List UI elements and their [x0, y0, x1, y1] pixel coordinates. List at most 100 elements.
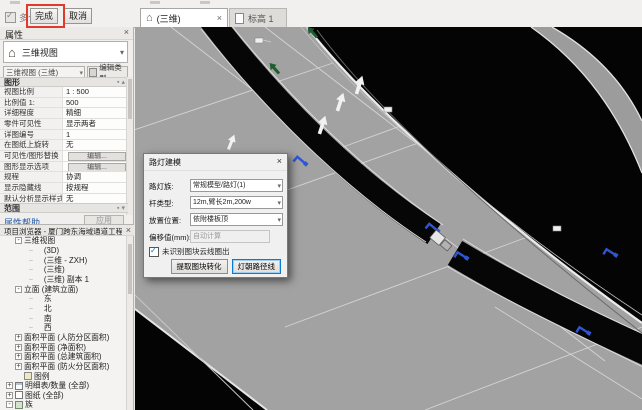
expander-icon[interactable]: +	[15, 363, 22, 370]
close-icon[interactable]: ×	[277, 156, 282, 166]
expander-icon[interactable]	[35, 324, 42, 331]
checkbox-icon	[149, 247, 159, 257]
expander-icon[interactable]	[15, 373, 22, 380]
property-value[interactable]: 500	[63, 98, 128, 108]
expander-icon[interactable]: +	[6, 382, 13, 389]
dialog-fields: 路灯族: 常规模型/路灯(1) ▾ 杆类型: 12m,臂长2m,200w ▾	[144, 178, 287, 246]
property-value[interactable]: 协调	[63, 172, 128, 182]
section-scope[interactable]: 范围 ▪ ▾	[0, 203, 128, 213]
expander-icon[interactable]: -	[15, 237, 22, 244]
section-title: 图形	[4, 78, 20, 87]
view-3d-icon: ⌂	[8, 45, 16, 60]
property-row[interactable]: 可见性/图形替换 编辑...	[0, 151, 128, 162]
expander-icon[interactable]: -	[6, 401, 13, 408]
expander-icon[interactable]: +	[15, 334, 22, 341]
expander-icon[interactable]: +	[6, 392, 13, 399]
project-browser-header: 项目浏览器 - 厦门跨东海域通道工程 (链接... ×	[0, 224, 134, 236]
property-row[interactable]: 比例值 1: 500	[0, 98, 128, 109]
property-value[interactable]: 1	[63, 130, 128, 140]
expander-icon[interactable]	[35, 276, 42, 283]
cancel-button[interactable]: 取消	[64, 8, 92, 24]
section-title: 范围	[4, 204, 20, 213]
field-control[interactable]: 自动计算 ▾	[190, 230, 270, 243]
field-label: 路灯族:	[149, 181, 174, 192]
property-row[interactable]: 规程 协调	[0, 172, 128, 183]
property-row[interactable]: 详细程度 精细	[0, 108, 128, 119]
property-row[interactable]: 显示隐藏线 按规程	[0, 183, 128, 194]
expander-icon[interactable]	[35, 305, 42, 312]
section-graphics[interactable]: 图形 ▪ ▴	[0, 77, 128, 87]
property-value[interactable]: 精细	[63, 108, 128, 118]
property-value[interactable]: 按规程	[63, 183, 128, 193]
close-icon[interactable]: ×	[124, 27, 129, 37]
tree-item-icon	[15, 391, 23, 399]
field-control[interactable]: 常规模型/路灯(1) ▾	[190, 179, 283, 192]
chevron-down-icon: ▾	[277, 181, 281, 192]
browser-scrollbar[interactable]	[126, 236, 133, 410]
drawing-area[interactable]: 路灯建模 × 路灯族: 常规模型/路灯(1) ▾ 杆类型:	[135, 27, 642, 410]
tree-item[interactable]: - 三维视图	[0, 236, 128, 246]
finish-button[interactable]: 完成	[30, 8, 58, 24]
tree-item[interactable]: + 图纸 (全部)	[0, 391, 128, 401]
expander-icon[interactable]	[35, 295, 42, 302]
close-tab-icon[interactable]: ×	[217, 13, 222, 23]
property-value[interactable]: 编辑...	[63, 151, 128, 161]
instance-combo-value: 三维视图 (三维)	[6, 68, 58, 77]
expander-icon[interactable]	[35, 247, 42, 254]
tree-item[interactable]: + 面积平面 (防火分区面积)	[0, 362, 128, 372]
type-selector[interactable]: ⌂ 三维视图 ▾	[3, 41, 128, 63]
tree-item-icon	[15, 382, 23, 390]
revit-window: 多个 完成 取消 ⌂ (三维) × 标高 1 属性 × ⌂ 三维视图 ▾ 三维视…	[0, 0, 642, 410]
property-label: 零件可见性	[0, 119, 63, 129]
properties-grid: 视图比例 1 : 500 比例值 1: 500 详细程度	[0, 87, 128, 203]
field-control[interactable]: 依附楼板顶 ▾	[190, 213, 283, 226]
property-label: 规程	[0, 172, 63, 182]
tree-item[interactable]: 东	[0, 294, 128, 304]
tree-item[interactable]: - 族	[0, 400, 128, 410]
chevron-down-icon: ▾	[277, 215, 281, 226]
type-selector-label: 三维视图	[22, 46, 58, 59]
chevron-down-icon: ▾	[120, 48, 124, 57]
property-row[interactable]: 详图编号 1	[0, 130, 128, 141]
property-label: 视图比例	[0, 87, 63, 97]
tree-item-label: 三维视图	[24, 236, 55, 246]
expander-icon[interactable]: -	[15, 286, 22, 293]
pin-collapse-icons[interactable]: ▪ ▾	[117, 204, 125, 214]
plan-view-icon	[235, 13, 244, 24]
dialog-titlebar[interactable]: 路灯建模 ×	[144, 154, 287, 171]
property-value[interactable]: 编辑...	[63, 162, 128, 172]
field-label: 放置位置:	[149, 215, 181, 226]
tree-item[interactable]: + 明细表/数量 (全部)	[0, 381, 128, 391]
field-control[interactable]: 12m,臂长2m,200w ▾	[190, 196, 283, 209]
tree-item[interactable]: 北	[0, 304, 128, 314]
tab-3d-view[interactable]: ⌂ (三维) ×	[140, 8, 228, 27]
property-row[interactable]: 零件可见性 显示两者	[0, 119, 128, 130]
cloud-mark-checkbox[interactable]: 未识别图块云线圈出	[149, 246, 230, 257]
tab-level-1[interactable]: 标高 1	[229, 8, 287, 27]
dialog-field: 杆类型: 12m,臂长2m,200w ▾	[144, 195, 287, 212]
property-value[interactable]: 无	[63, 194, 128, 203]
expander-icon[interactable]	[35, 315, 42, 322]
field-label: 杆类型:	[149, 198, 174, 209]
tab-label: 标高 1	[248, 12, 274, 25]
expander-icon[interactable]: +	[15, 353, 22, 360]
dialog-button[interactable]: 提取图块转化	[171, 259, 228, 274]
property-row[interactable]: 在图纸上旋转 无	[0, 140, 128, 151]
field-label: 偏移值(mm):	[149, 232, 191, 243]
expander-icon[interactable]	[35, 257, 42, 264]
property-row[interactable]: 图形显示选项 编辑...	[0, 162, 128, 173]
close-icon[interactable]: ×	[126, 225, 131, 235]
dialog-field: 偏移值(mm): 自动计算 ▾	[144, 229, 287, 246]
property-row[interactable]: 默认分析显示样式 无	[0, 194, 128, 203]
tree-item[interactable]: 南	[0, 313, 128, 323]
properties-scrollbar[interactable]	[126, 77, 133, 215]
property-value[interactable]: 显示两者	[63, 119, 128, 129]
property-value[interactable]: 无	[63, 140, 128, 150]
property-label: 可见性/图形替换	[0, 151, 63, 161]
expander-icon[interactable]: +	[15, 344, 22, 351]
property-value[interactable]: 1 : 500	[63, 87, 128, 97]
tree-item[interactable]: - 立面 (建筑立面)	[0, 284, 128, 294]
expander-icon[interactable]	[35, 266, 42, 273]
dialog-button[interactable]: 灯朝路径线	[232, 259, 282, 274]
property-row[interactable]: 视图比例 1 : 500	[0, 87, 128, 98]
